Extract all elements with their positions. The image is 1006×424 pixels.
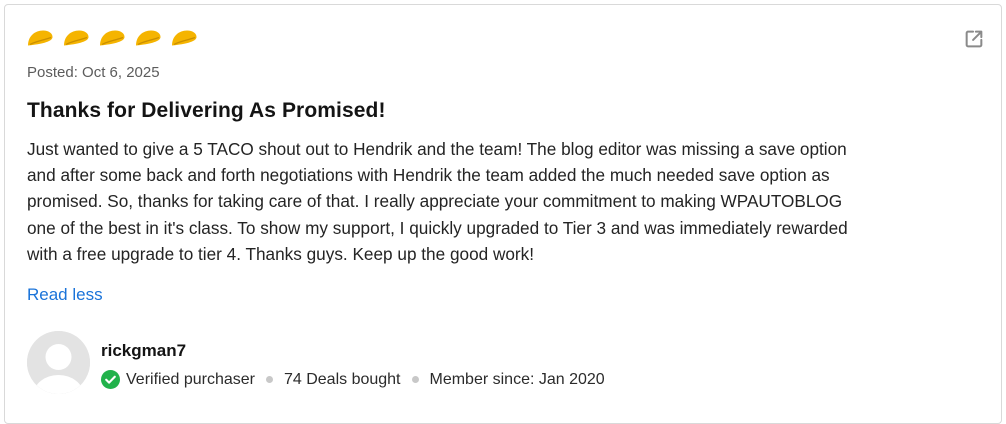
review-card: Posted: Oct 6, 2025 Thanks for Deliverin… bbox=[4, 4, 1002, 424]
posted-date: Posted: Oct 6, 2025 bbox=[27, 64, 160, 81]
rating-tacos bbox=[26, 29, 198, 47]
external-link-icon[interactable] bbox=[963, 28, 985, 50]
avatar bbox=[27, 331, 90, 394]
taco-icon bbox=[100, 30, 125, 46]
check-circle-icon bbox=[101, 370, 120, 389]
user-avatar-icon bbox=[27, 331, 90, 394]
read-less-link[interactable]: Read less bbox=[27, 285, 103, 305]
review-body: Just wanted to give a 5 TACO shout out t… bbox=[27, 139, 848, 264]
taco-icon bbox=[64, 30, 89, 46]
taco-icon bbox=[172, 30, 197, 46]
separator-dot bbox=[265, 376, 273, 383]
author-meta: Verified purchaser 74 Deals bought Membe… bbox=[101, 370, 605, 389]
taco-icon bbox=[28, 30, 53, 46]
separator-dot bbox=[411, 376, 419, 383]
deals-bought: 74 Deals bought bbox=[283, 370, 401, 388]
author-username[interactable]: rickgman7 bbox=[101, 341, 186, 361]
taco-icon bbox=[136, 30, 161, 46]
member-since: Member since: Jan 2020 bbox=[429, 370, 605, 388]
verified-purchaser-label: Verified purchaser bbox=[126, 370, 255, 388]
review-title: Thanks for Delivering As Promised! bbox=[27, 99, 386, 122]
